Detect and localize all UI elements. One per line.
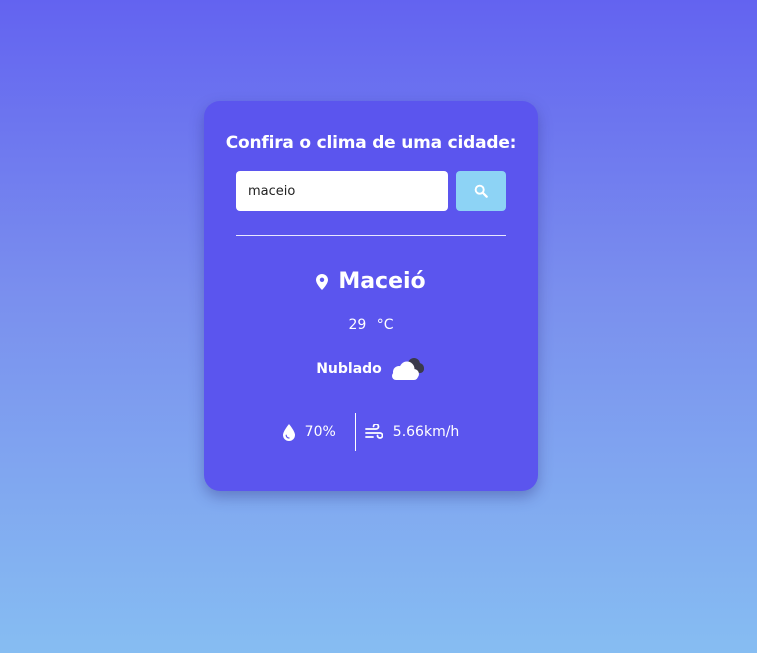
wind-value: 5.66km/h [392, 424, 460, 440]
description-row: Nublado [204, 355, 538, 383]
search-icon [474, 184, 488, 198]
search-button[interactable] [456, 171, 506, 211]
details-row: 70% 5.66km/h [204, 413, 538, 451]
divider [236, 235, 506, 236]
city-name: Maceió [338, 269, 426, 294]
wind-detail: 5.66km/h [356, 424, 460, 440]
temperature-row: 29 °C [204, 317, 538, 333]
wind-icon [364, 424, 383, 439]
weather-description: Nublado [316, 361, 382, 377]
humidity-value: 70% [304, 424, 336, 440]
card-title: Confira o clima de uma cidade: [225, 133, 517, 153]
temperature-unit: °C [376, 317, 394, 333]
temperature-value: 29 [348, 317, 367, 333]
water-drop-icon [282, 423, 295, 441]
weather-card: Confira o clima de uma cidade: Maceió 29… [204, 101, 538, 491]
city-search-input[interactable] [236, 171, 448, 211]
city-row: Maceió [204, 269, 538, 294]
cloudy-icon [391, 358, 424, 380]
humidity-detail: 70% [282, 423, 355, 441]
map-pin-icon [316, 273, 329, 290]
